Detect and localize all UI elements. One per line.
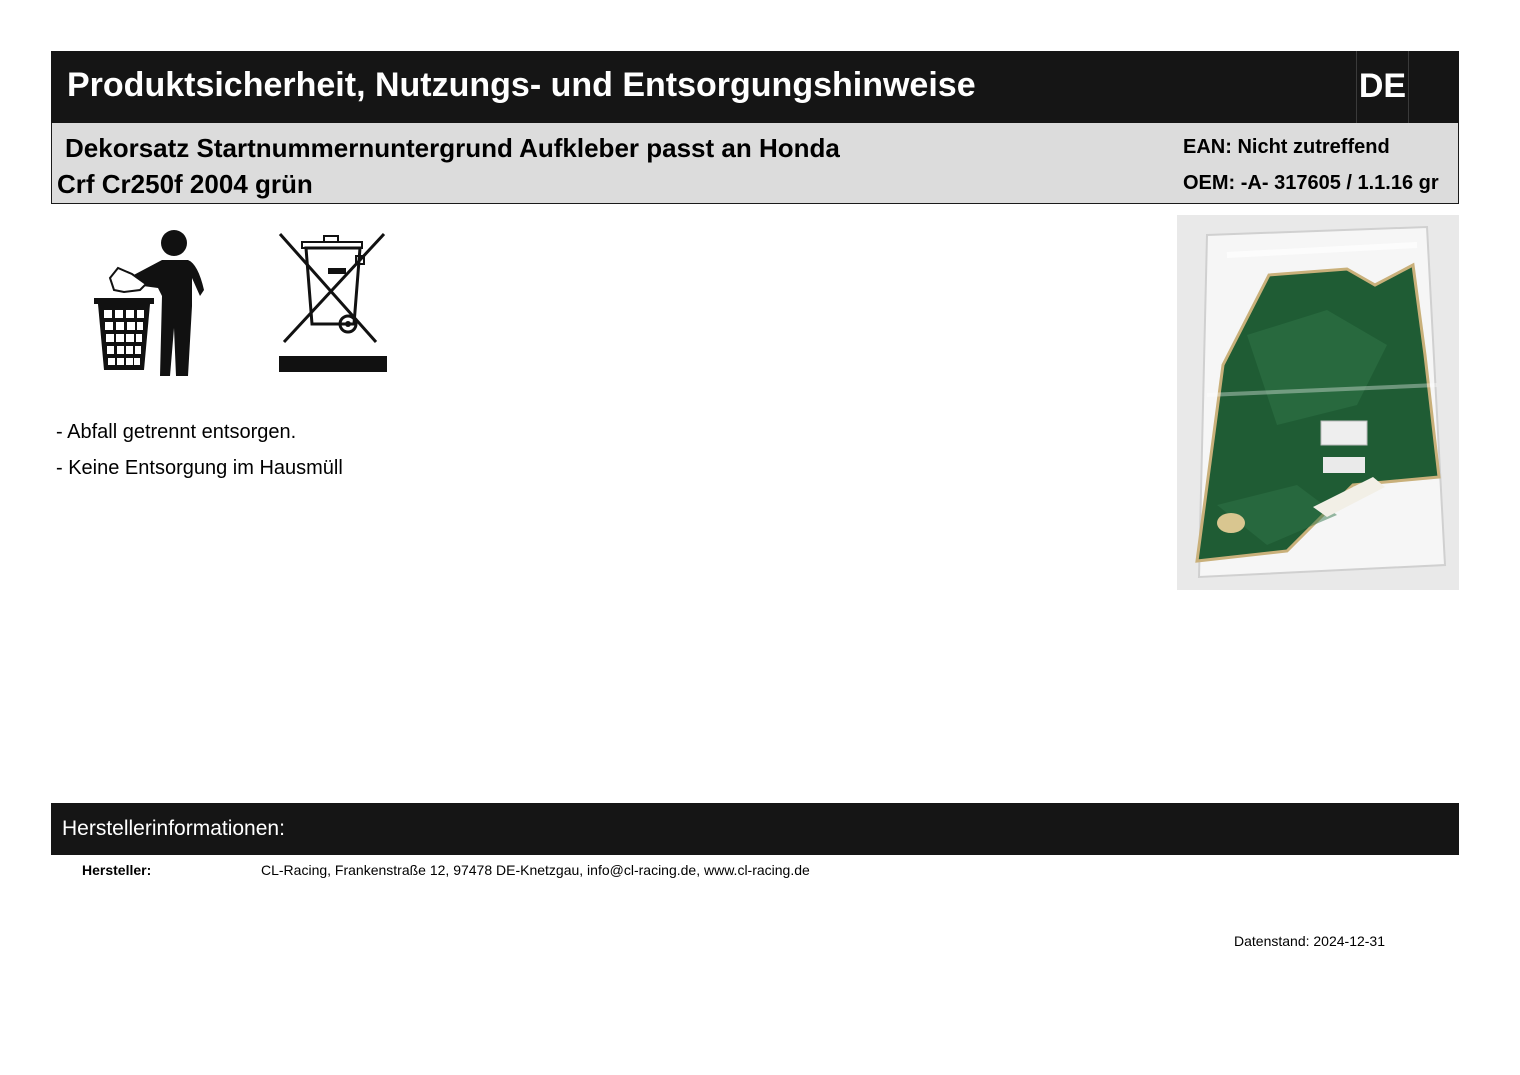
note-no-household-waste: - Keine Entsorgung im Hausmüll <box>56 457 343 479</box>
page-title: Produktsicherheit, Nutzungs- und Entsorg… <box>67 66 976 104</box>
disposal-notes: - Abfall getrennt entsorgen. - Keine Ent… <box>56 414 343 486</box>
product-name-line-1: Dekorsatz Startnummernuntergrund Aufkleb… <box>65 133 840 163</box>
manufacturer-label: Hersteller: <box>82 862 152 878</box>
ean-code: EAN: Nicht zutreffend <box>1183 136 1390 158</box>
tidy-man-icon <box>94 230 204 376</box>
product-photo <box>1177 215 1459 590</box>
header-bar: Produktsicherheit, Nutzungs- und Entsorg… <box>51 51 1459 123</box>
oem-code: OEM: -A- 317605 / 1.1.16 gr <box>1183 172 1439 194</box>
data-date: Datenstand: 2024-12-31 <box>1234 933 1385 949</box>
manufacturer-value: CL-Racing, Frankenstraße 12, 97478 DE-Kn… <box>261 862 810 878</box>
product-codes: EAN: Nicht zutreffend OEM: -A- 317605 / … <box>1183 129 1458 201</box>
product-name: Dekorsatz Startnummernuntergrund Aufkleb… <box>57 130 897 202</box>
product-info-bar: Dekorsatz Startnummernuntergrund Aufkleb… <box>51 123 1459 204</box>
manufacturer-section-bar: Herstellerinformationen: <box>51 803 1459 855</box>
product-name-line-2: Crf Cr250f 2004 grün <box>57 169 313 199</box>
note-separate-disposal: - Abfall getrennt entsorgen. <box>56 421 297 443</box>
language-badge: DE <box>1356 51 1409 123</box>
manufacturer-section-title: Herstellerinformationen: <box>62 817 285 840</box>
weee-crossed-bin-icon <box>278 232 387 372</box>
